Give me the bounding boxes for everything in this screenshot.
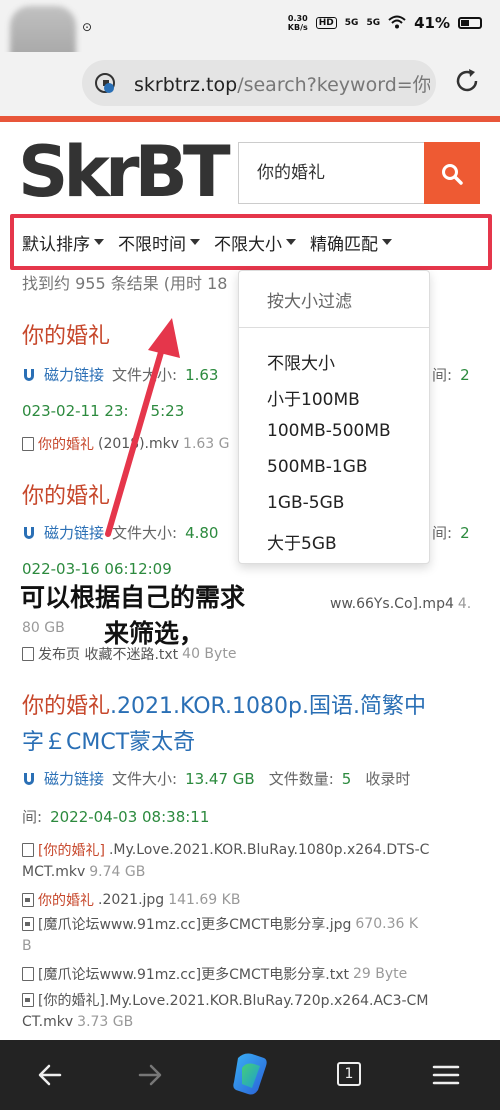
file-icon <box>22 647 34 661</box>
size-option[interactable]: 100MB-500MB <box>267 421 391 441</box>
search-button[interactable] <box>424 142 480 204</box>
copilot-icon[interactable] <box>228 1050 274 1100</box>
annotation-highlight-box <box>10 214 492 270</box>
file-icon <box>22 967 34 981</box>
magnet-icon <box>24 368 34 381</box>
result-meta: 磁力链接 文件大小: 13.47 GB 文件数量: 5 收录时 <box>22 768 410 789</box>
result-summary: 找到约 955 条结果 (用时 18 <box>22 274 228 293</box>
size-option[interactable]: 1GB-5GB <box>267 493 344 513</box>
url-text[interactable]: skrbtrz.top/search?keyword=你的 <box>134 70 430 97</box>
browser-toolbar: skrbtrz.top/search?keyword=你的 <box>0 52 500 116</box>
search-icon <box>442 163 463 185</box>
tabs-count-button[interactable]: 1 <box>337 1062 361 1086</box>
file-entry-wrap: MCT.mkv 9.74 GB <box>22 864 146 880</box>
notification-icon: ⊙ <box>82 20 93 34</box>
file-entry: [你的婚礼].My.Love.2021.KOR.BluRay.720p.x264… <box>22 990 428 1010</box>
battery-icon <box>458 17 482 29</box>
back-arrow-icon[interactable] <box>32 1058 68 1092</box>
menu-icon[interactable] <box>428 1058 464 1092</box>
size-filter-dropdown: 按大小过滤 不限大小 小于100MB 100MB-500MB 500MB-1GB… <box>238 270 430 564</box>
result-title[interactable]: 你的婚礼.2021.KOR.1080p.国语.简繁中 <box>22 688 426 720</box>
magnet-link[interactable]: 磁力链接 <box>44 768 104 789</box>
file-entry: [你的婚礼] .My.Love.2021.KOR.BluRay.1080p.x26… <box>22 840 429 860</box>
size-option[interactable]: 500MB-1GB <box>267 457 368 477</box>
file-entry-fragment: ww.66Ys.Co].mp4 4. <box>330 596 472 612</box>
hd-icon: HD <box>315 17 337 29</box>
image-file-icon <box>22 893 34 907</box>
result-date: 022-03-16 06:12:09 <box>22 560 172 578</box>
dropdown-header: 按大小过滤 <box>267 292 352 312</box>
magnet-icon <box>24 526 34 539</box>
annotation-text: 可以根据自己的需求 <box>20 583 246 612</box>
file-entry-wrap: 80 GB <box>22 620 65 636</box>
status-bar: ⊙ 0.30 KB/s HD 5G 5G 41% <box>0 0 500 114</box>
search-input[interactable] <box>257 160 417 180</box>
signal-icon: 5G <box>344 18 359 28</box>
size-option[interactable]: 小于100MB <box>267 385 360 410</box>
image-file-icon <box>22 993 34 1007</box>
result-title-line2[interactable]: 字￡CMCT蒙太奇 <box>22 724 195 756</box>
file-entry: [魔爪论坛www.91mz.cc]更多CMCT电影分享.txt 29 Byte <box>22 964 407 984</box>
file-icon <box>22 843 34 857</box>
site-info-icon[interactable] <box>94 72 116 94</box>
result-time-fragment: 间: 2 <box>432 365 470 385</box>
site-logo[interactable]: SkrBT <box>18 132 231 212</box>
annotation-text: 来筛选， <box>104 619 205 648</box>
file-icon <box>22 437 34 451</box>
image-file-icon <box>22 917 34 931</box>
wifi-icon <box>388 15 406 32</box>
file-entry-wrap: CT.mkv 3.73 GB <box>22 1014 134 1030</box>
reload-icon[interactable] <box>452 66 482 96</box>
top-accent-rule <box>0 116 500 122</box>
battery-percent: 41% <box>414 14 450 32</box>
status-icons: 0.30 KB/s HD 5G 5G 41% <box>288 14 482 32</box>
file-entry: [魔爪论坛www.91mz.cc]更多CMCT电影分享.jpg 670.36 K <box>22 914 418 934</box>
annotation-arrow <box>105 318 180 537</box>
file-entry: 你的婚礼 .2021.jpg 141.69 KB <box>22 890 240 910</box>
forward-arrow-icon[interactable] <box>132 1058 168 1092</box>
file-entry-wrap: B <box>22 938 32 954</box>
size-option[interactable]: 大于5GB <box>267 529 337 554</box>
dropdown-divider <box>239 327 429 328</box>
result-date-row: 间: 2022-04-03 08:38:11 <box>22 807 210 827</box>
browser-bottom-nav: 1 <box>0 1040 500 1110</box>
address-bar[interactable]: skrbtrz.top/search?keyword=你的 <box>82 60 436 106</box>
signal-icon: 5G <box>366 18 381 28</box>
size-option[interactable]: 不限大小 <box>267 349 335 374</box>
magnet-icon <box>24 772 34 785</box>
result-time-fragment: 间: 2 <box>432 523 470 543</box>
network-speed: 0.30 KB/s <box>287 14 308 32</box>
search-field[interactable] <box>238 142 424 204</box>
